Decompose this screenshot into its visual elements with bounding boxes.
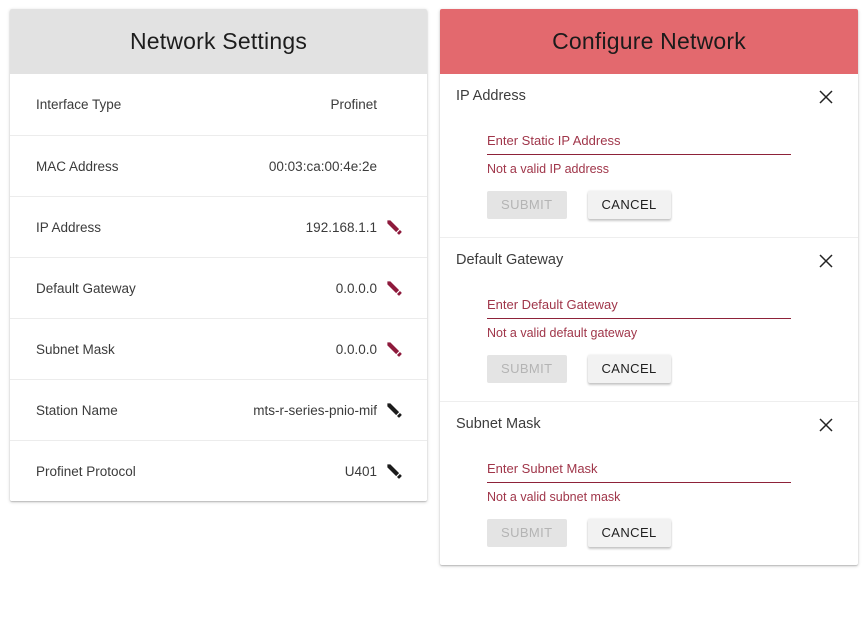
configure-network-header: Configure Network [440, 9, 858, 74]
configure-section-header: IP Address [456, 88, 840, 109]
cancel-button[interactable]: CANCEL [587, 519, 671, 547]
settings-row: Subnet Mask 0.0.0.0 [10, 318, 427, 379]
field-error-message: Not a valid IP address [487, 162, 610, 176]
cancel-button[interactable]: CANCEL [587, 355, 671, 383]
network-settings-title: Network Settings [129, 28, 308, 54]
configure-network-sections: IP Address Enter Static IP Address Not a v… [440, 74, 858, 565]
field-error-message: Not a valid subnet mask [487, 490, 621, 504]
configure-network-card: Configure Network IP Address Enter Static… [440, 9, 858, 565]
settings-row-value: U401 [344, 463, 377, 479]
settings-row-value: mts-r-series-pnio-mif [253, 402, 377, 418]
configure-section-title: IP Address [456, 88, 526, 104]
settings-row-label: MAC Address [36, 158, 119, 174]
network-settings-card: Network Settings Interface Type Profinet M… [10, 9, 427, 501]
cancel-button[interactable]: CANCEL [587, 191, 671, 219]
configure-network-title: Configure Network [552, 28, 746, 54]
configure-section: Subnet Mask Enter Subnet Mask Not a valid … [440, 401, 858, 565]
settings-row: MAC Address 00:03:ca:00:4e:2e [10, 135, 427, 196]
settings-row-value: 0.0.0.0 [335, 280, 377, 296]
form-actions: SUBMIT CANCEL [487, 191, 840, 219]
field-error-message: Not a valid default gateway [487, 326, 638, 340]
network-settings-list: Interface Type Profinet MAC Address 00:03:c… [10, 74, 427, 501]
settings-row-value: 00:03:ca:00:4e:2e [268, 158, 377, 174]
submit-button[interactable]: SUBMIT [487, 519, 567, 547]
close-icon[interactable] [814, 413, 838, 437]
edit-pencil-icon[interactable] [377, 215, 411, 239]
close-icon[interactable] [814, 85, 838, 109]
settings-row-label: Profinet Protocol [36, 463, 136, 479]
settings-row-value: 0.0.0.0 [335, 341, 377, 357]
form-actions: SUBMIT CANCEL [487, 519, 840, 547]
submit-button[interactable]: SUBMIT [487, 191, 567, 219]
configure-section-title: Default Gateway [456, 252, 564, 268]
field-label[interactable]: Enter Default Gateway [487, 297, 791, 318]
close-icon[interactable] [814, 249, 838, 273]
configure-section: IP Address Enter Static IP Address Not a v… [440, 74, 858, 237]
settings-row-value: 192.168.1.1 [305, 219, 377, 235]
settings-row: Station Name mts-r-series-pnio-mif [10, 379, 427, 440]
app-screen: Network Settings Interface Type Profinet M… [0, 0, 868, 627]
configure-section-header: Default Gateway [456, 252, 840, 273]
settings-row-label: Default Gateway [36, 280, 136, 296]
configure-section: Default Gateway Enter Default Gateway Not … [440, 237, 858, 401]
form-actions: SUBMIT CANCEL [487, 355, 840, 383]
settings-row: Interface Type Profinet [10, 74, 427, 135]
settings-row-label: Subnet Mask [36, 341, 115, 357]
edit-pencil-icon[interactable] [377, 398, 411, 422]
settings-row-label: Interface Type [36, 97, 122, 112]
settings-row-label: IP Address [36, 219, 102, 235]
submit-button[interactable]: SUBMIT [487, 355, 567, 383]
edit-pencil-icon[interactable] [377, 276, 411, 300]
form-field[interactable]: Enter Static IP Address Not a valid IP ad… [487, 133, 791, 176]
field-label[interactable]: Enter Static IP Address [487, 133, 791, 154]
configure-section-title: Subnet Mask [456, 416, 541, 432]
edit-pencil-icon[interactable] [377, 459, 411, 483]
form-field[interactable]: Enter Default Gateway Not a valid default… [487, 297, 791, 340]
form-field[interactable]: Enter Subnet Mask Not a valid subnet mask [487, 461, 791, 504]
settings-row: IP Address 192.168.1.1 [10, 196, 427, 257]
field-label[interactable]: Enter Subnet Mask [487, 461, 791, 482]
settings-row-label: Station Name [36, 402, 118, 418]
settings-row-value: Profinet [330, 97, 377, 112]
configure-section-header: Subnet Mask [456, 416, 840, 437]
settings-row: Default Gateway 0.0.0.0 [10, 257, 427, 318]
edit-pencil-icon[interactable] [377, 337, 411, 361]
settings-row: Profinet Protocol U401 [10, 440, 427, 501]
network-settings-header: Network Settings [10, 9, 427, 74]
